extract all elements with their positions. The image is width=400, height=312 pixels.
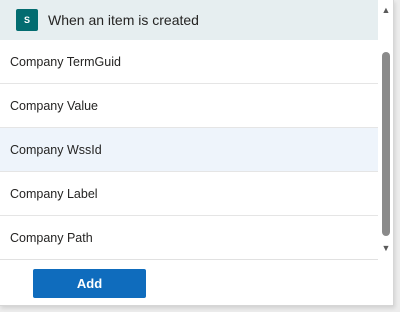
dynamic-content-list: Company TermGuid Company Value Company W… [0,40,378,260]
list-item-company-value[interactable]: Company Value [0,84,378,128]
dynamic-content-panel: S When an item is created Company TermGu… [0,0,394,306]
list-item-label: Company Value [10,98,99,113]
list-item-company-termguid[interactable]: Company TermGuid [0,40,378,84]
vertical-scrollbar[interactable]: ▲ ▼ [378,0,394,260]
list-item-label: Company TermGuid [10,54,121,69]
sharepoint-icon: S [16,9,38,31]
list-item-label: Company Label [10,186,98,201]
sharepoint-icon-letter: S [23,15,30,25]
list-item-company-label[interactable]: Company Label [0,172,378,216]
scrollbar-thumb[interactable] [382,52,390,236]
scroll-up-arrow-icon[interactable]: ▲ [378,2,394,18]
list-item-label: Company Path [10,230,93,245]
trigger-header: S When an item is created [0,0,378,40]
scroll-down-arrow-icon[interactable]: ▼ [378,240,394,256]
list-item-company-wssid[interactable]: Company WssId [0,128,378,172]
trigger-title: When an item is created [48,12,199,28]
list-item-company-path[interactable]: Company Path [0,216,378,260]
panel-footer: Add [0,260,394,306]
list-item-label: Company WssId [10,142,102,157]
add-button[interactable]: Add [33,269,146,298]
